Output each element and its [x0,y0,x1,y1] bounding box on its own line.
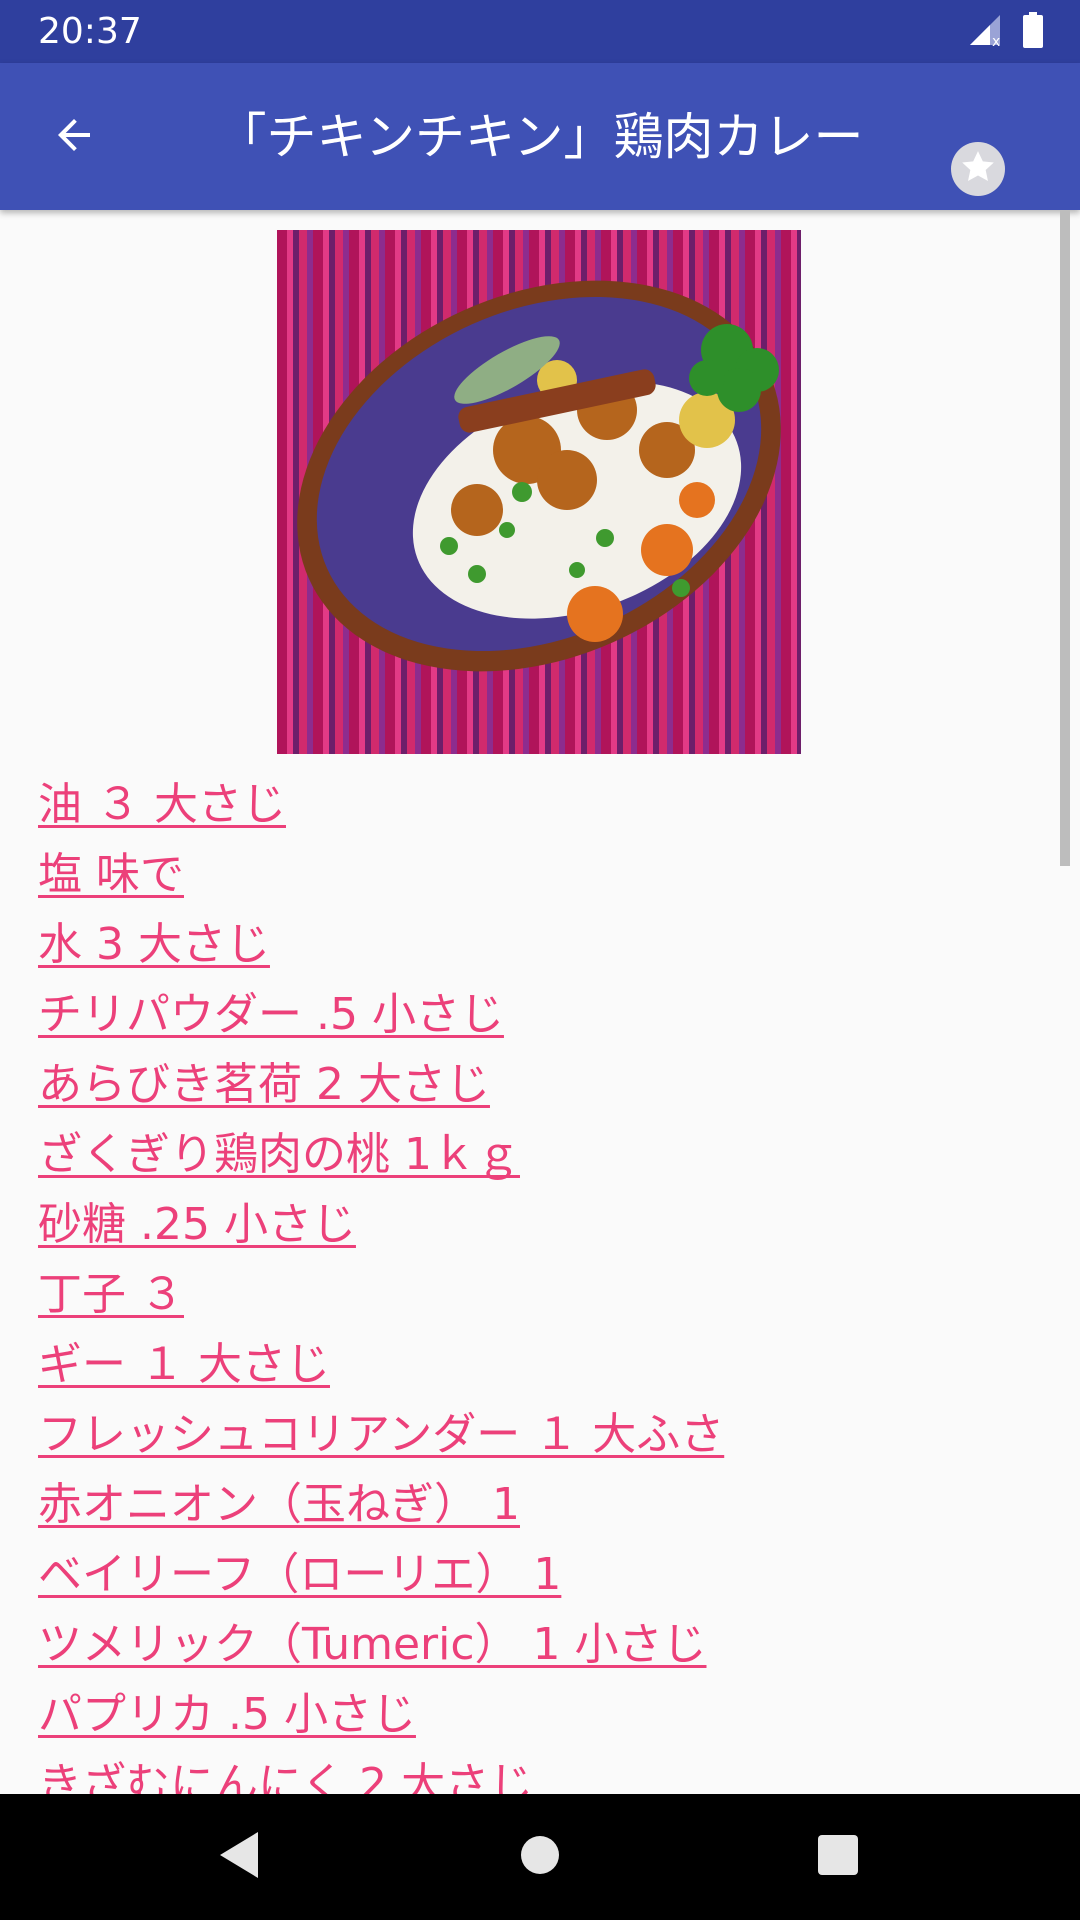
ingredient-link[interactable]: ベイリーフ（ローリエ） 1 [38,1549,561,1600]
battery-icon [1022,12,1044,52]
ingredient-link[interactable]: 水 3 大さじ [38,919,270,970]
status-bar: 20:37 x [0,0,1080,63]
nav-recents-icon [818,1835,858,1879]
status-icons: x [968,12,1044,52]
list-item[interactable]: フレッシュコリアンダー １ 大ふさ [38,1400,724,1470]
ingredient-link[interactable]: ざくぎり鶏肉の桃 1ｋｇ [38,1129,520,1180]
nav-home-button[interactable] [505,1824,575,1890]
favorite-button[interactable] [951,142,1005,196]
curry-bowl-image [297,280,781,672]
list-item[interactable]: 水 3 大さじ [38,910,724,980]
ingredient-link[interactable]: 赤オニオン（玉ねぎ） 1 [38,1479,520,1530]
list-item[interactable]: 赤オニオン（玉ねぎ） 1 [38,1470,724,1540]
app-bar: 「チキンチキン」鶏肉カレー [0,63,1080,210]
ingredient-link[interactable]: フレッシュコリアンダー １ 大ふさ [38,1409,724,1460]
ingredient-link[interactable]: あらびき茗荷 2 大さじ [38,1059,490,1110]
star-icon [958,147,998,191]
list-item[interactable]: きざむにんにく 2 大さじ [38,1750,724,1794]
scrollbar-thumb[interactable] [1060,210,1070,866]
ingredient-link[interactable]: チリパウダー .5 小さじ [38,989,504,1040]
list-item[interactable]: あらびき茗荷 2 大さじ [38,1050,724,1120]
back-button[interactable] [40,103,108,171]
list-item[interactable]: ギー １ 大さじ [38,1330,724,1400]
ingredient-link[interactable]: ツメリック（Tumeric） 1 小さじ [38,1619,707,1670]
nav-recents-button[interactable] [803,1824,873,1890]
recipe-photo [277,230,801,754]
ingredient-link[interactable]: きざむにんにく 2 大さじ [38,1759,533,1794]
arrow-left-icon [50,111,98,163]
ingredient-link[interactable]: ギー １ 大さじ [38,1339,330,1390]
list-item[interactable]: 塩 味で [38,840,724,910]
ingredient-link[interactable]: パプリカ .5 小さじ [38,1689,416,1740]
nav-back-icon [216,1830,262,1884]
list-item[interactable]: 砂糖 .25 小さじ [38,1190,724,1260]
list-item[interactable]: チリパウダー .5 小さじ [38,980,724,1050]
ingredient-link[interactable]: 塩 味で [38,849,184,900]
ingredient-link[interactable]: 砂糖 .25 小さじ [38,1199,356,1250]
list-item[interactable]: 丁子 ３ [38,1260,724,1330]
navigation-bar [0,1794,1080,1920]
status-time: 20:37 [38,11,142,52]
page-title: 「チキンチキン」鶏肉カレー [216,108,864,166]
ingredient-link[interactable]: 油 ３ 大さじ [38,779,286,830]
ingredient-list: 油 ３ 大さじ 塩 味で 水 3 大さじ チリパウダー .5 小さじ あらびき茗… [38,770,724,1794]
list-item[interactable]: 油 ３ 大さじ [38,770,724,840]
list-item[interactable]: ツメリック（Tumeric） 1 小さじ [38,1610,724,1680]
signal-icon: x [968,13,1004,51]
list-item[interactable]: パプリカ .5 小さじ [38,1680,724,1750]
list-item[interactable]: ざくぎり鶏肉の桃 1ｋｇ [38,1120,724,1190]
nav-home-icon [520,1835,560,1879]
recipe-content: 油 ３ 大さじ 塩 味で 水 3 大さじ チリパウダー .5 小さじ あらびき茗… [0,210,1080,1794]
svg-text:x: x [992,34,1000,47]
ingredient-link[interactable]: 丁子 ３ [38,1269,184,1320]
list-item[interactable]: ベイリーフ（ローリエ） 1 [38,1540,724,1610]
nav-back-button[interactable] [204,1824,274,1890]
